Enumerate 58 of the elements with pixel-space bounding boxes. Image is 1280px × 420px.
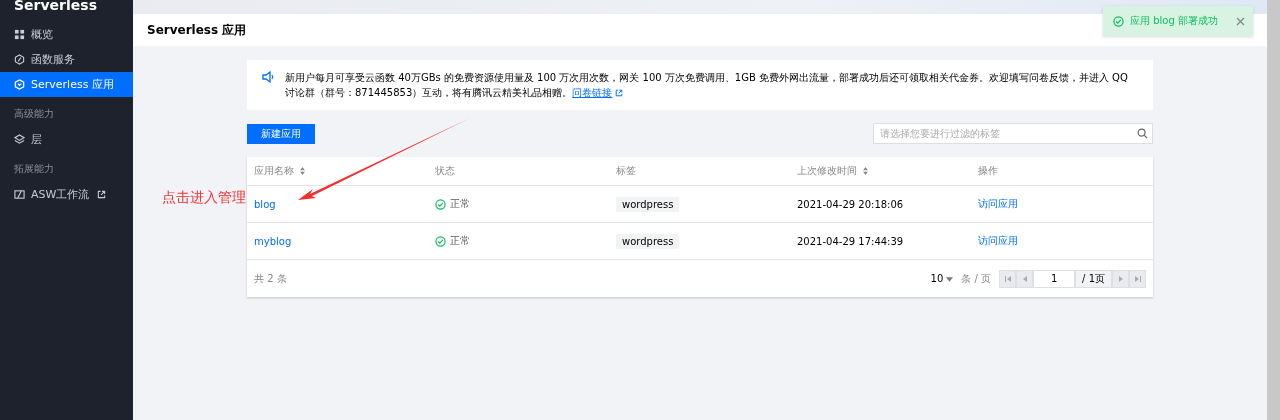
- flow-icon: [14, 189, 25, 200]
- annotation-text: 点击进入管理: [162, 189, 246, 207]
- speaker-icon: [261, 70, 275, 84]
- sidebar-item[interactable]: Serverless 应用: [0, 72, 133, 97]
- layers-icon: [14, 134, 25, 145]
- tag-chip: wordpress: [616, 233, 680, 249]
- modified-time: 2021-04-29 17:44:39: [797, 235, 905, 247]
- sidebar-group-label: 高级能力: [13, 107, 55, 121]
- column-header: 标签: [616, 164, 636, 178]
- last-page-button[interactable]: [1129, 269, 1146, 288]
- close-icon[interactable]: [1236, 16, 1245, 26]
- last-icon: [1134, 275, 1141, 282]
- app-name-link[interactable]: blog: [254, 198, 276, 210]
- first-icon: [1004, 275, 1011, 282]
- first-page-button[interactable]: [999, 269, 1017, 288]
- sidebar-item[interactable]: 层: [0, 127, 133, 152]
- sort-icon[interactable]: [863, 167, 868, 175]
- total-count: 共 2 条: [254, 271, 287, 286]
- visit-app-link[interactable]: 访问应用: [978, 235, 1018, 246]
- check-circle-icon: [435, 198, 446, 210]
- external-link-icon: [615, 89, 624, 97]
- page-count: / 1页: [1075, 269, 1112, 288]
- sidebar-item[interactable]: 概览: [0, 22, 133, 47]
- toast-text: 应用 blog 部署成功: [1130, 14, 1218, 28]
- page-input[interactable]: 1: [1033, 269, 1076, 288]
- caret-icon: [946, 276, 954, 282]
- check-circle-icon: [1113, 15, 1124, 27]
- next-page-button[interactable]: [1112, 269, 1129, 288]
- modified-time: 2021-04-29 20:18:06: [797, 198, 905, 210]
- hexagon-icon: [14, 54, 25, 65]
- search-icon[interactable]: [1137, 128, 1148, 139]
- notice-text: 新用户每月可享受云函数 40万GBs 的免费资源使用量及 100 万次用次数，网关 100 万次免费调用、1GB 免费外网出流量，部署成功后还可领取相关代金券。欢迎填写问卷反馈，并进入 QQ 讨论群（群号：871445853）互动，将有腾讯云精美礼品相赠。问卷链接: [285, 71, 1129, 100]
- sort-icon[interactable]: [300, 167, 305, 175]
- create-app-button[interactable]: 新建应用: [247, 123, 315, 144]
- tag-chip: wordpress: [616, 196, 680, 212]
- column-header: 应用名称: [254, 164, 294, 178]
- sidebar-item[interactable]: 函数服务: [0, 47, 133, 72]
- page-size-unit: 条 / 页: [961, 271, 992, 286]
- sidebar-group-label: 拓展能力: [13, 162, 55, 176]
- tag-search-field[interactable]: 请选择您要进行过滤的标签: [873, 123, 1153, 144]
- left-triangle-icon: [1021, 275, 1028, 282]
- external-link-icon: [97, 190, 107, 199]
- status-text: 正常: [450, 197, 470, 211]
- status-text: 正常: [450, 234, 470, 248]
- grid-icon: [14, 29, 25, 40]
- column-header: 操作: [978, 164, 998, 178]
- column-header: 上次修改时间: [797, 164, 857, 178]
- sidebar-title: Serverless: [13, 0, 98, 15]
- previous-page-button[interactable]: [1016, 269, 1034, 288]
- check-circle-icon: [435, 235, 446, 247]
- page-size-select[interactable]: 10: [930, 273, 954, 284]
- visit-app-link[interactable]: 访问应用: [978, 198, 1018, 209]
- sidebar-item[interactable]: ASW工作流: [0, 182, 133, 207]
- survey-link[interactable]: 问卷链接: [572, 87, 624, 98]
- hexagon-icon: [14, 79, 25, 90]
- right-triangle-icon: [1117, 275, 1124, 282]
- app-name-link[interactable]: myblog: [254, 235, 292, 247]
- column-header: 状态: [435, 164, 455, 178]
